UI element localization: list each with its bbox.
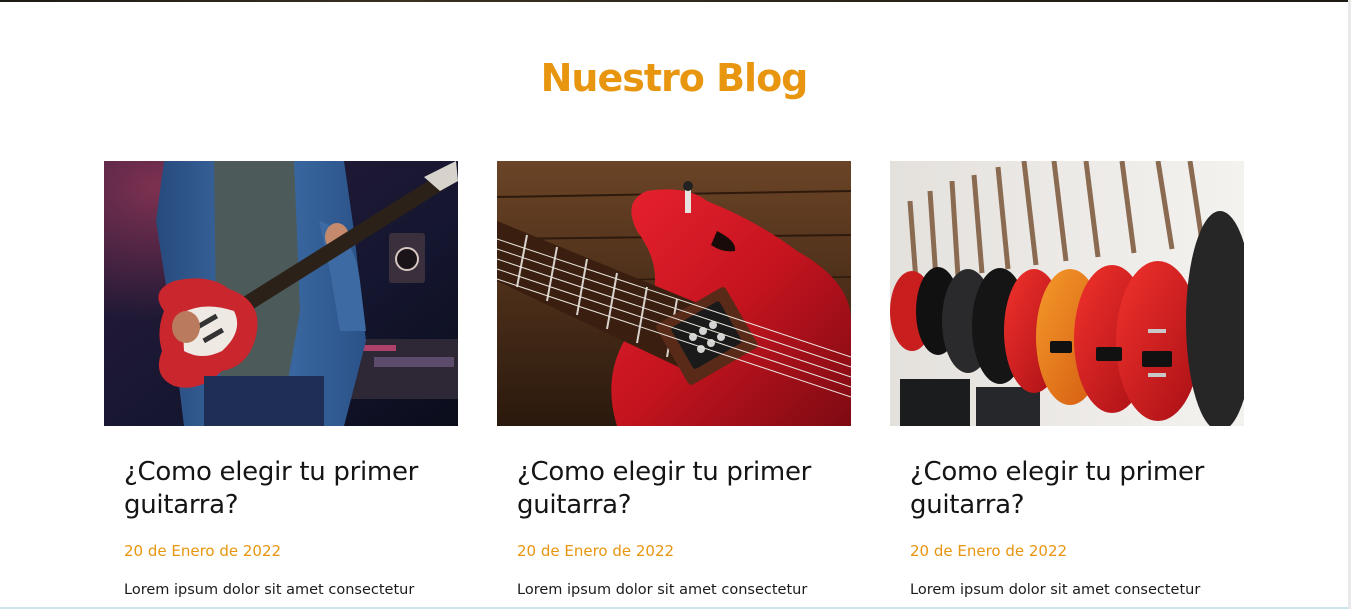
section-title: Nuestro Blog: [540, 56, 809, 100]
top-edge-strip: [0, 0, 1351, 2]
post-date: 20 de Enero de 2022: [124, 542, 282, 560]
post-title[interactable]: ¿Como elegir tu primer guitarra?: [910, 456, 1224, 522]
post-title[interactable]: ¿Como elegir tu primer guitarra?: [517, 456, 831, 522]
blog-card[interactable]: ¿Como elegir tu primer guitarra? 20 de E…: [104, 161, 458, 598]
blog-card[interactable]: ¿Como elegir tu primer guitarra? 20 de E…: [890, 161, 1244, 598]
post-date: 20 de Enero de 2022: [910, 542, 1068, 560]
blog-card[interactable]: ¿Como elegir tu primer guitarra? 20 de E…: [497, 161, 851, 598]
post-image[interactable]: [104, 161, 458, 426]
post-image[interactable]: [497, 161, 851, 426]
post-date: 20 de Enero de 2022: [517, 542, 675, 560]
post-title[interactable]: ¿Como elegir tu primer guitarra?: [124, 456, 438, 522]
post-image[interactable]: [890, 161, 1244, 426]
post-excerpt: Lorem ipsum dolor sit amet consectetur: [910, 582, 1201, 598]
post-excerpt: Lorem ipsum dolor sit amet consectetur: [517, 582, 808, 598]
post-excerpt: Lorem ipsum dolor sit amet consectetur: [124, 582, 415, 598]
